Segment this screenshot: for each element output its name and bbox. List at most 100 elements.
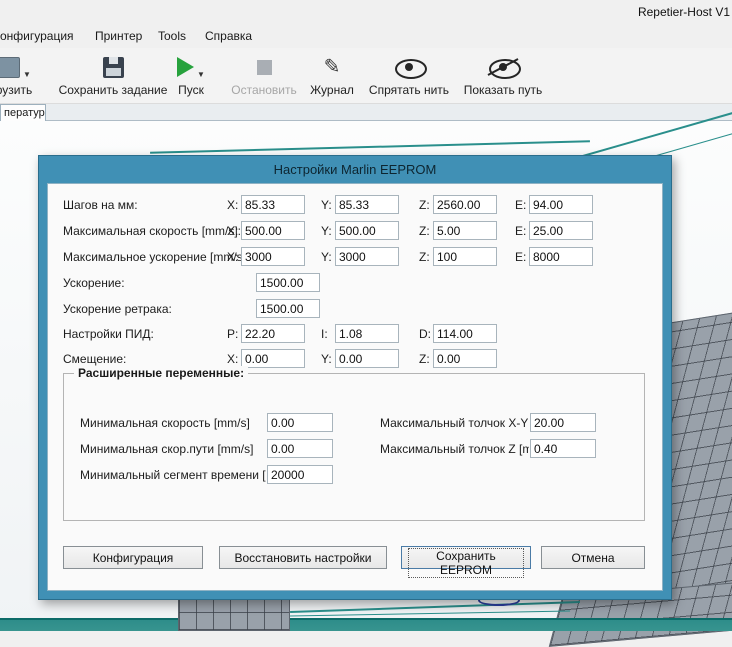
pid-p-label: P: (227, 327, 238, 341)
eye-icon (395, 58, 423, 76)
max-accel-y-label: Y: (321, 250, 332, 264)
max-jerk-z-input[interactable] (530, 439, 596, 458)
retract-accel-input[interactable] (256, 299, 320, 318)
cancel-button[interactable]: Отмена (541, 546, 645, 569)
load-label: рузить (0, 83, 44, 97)
bed-frame-line (150, 140, 590, 154)
save-job-label: Сохранить задание (58, 83, 168, 97)
offset-z-label: Z: (419, 352, 430, 366)
pid-d-label: D: (419, 327, 431, 341)
printer-bed-band (0, 618, 732, 631)
eye-slash-icon (489, 58, 517, 76)
max-speed-e-label: E: (515, 224, 526, 238)
max-accel-e-label: E: (515, 250, 526, 264)
offset-x-input[interactable] (241, 349, 305, 368)
save-job-button[interactable]: Сохранить задание (58, 52, 168, 102)
load-button[interactable]: ▼ рузить (0, 52, 44, 102)
min-travel-input[interactable] (267, 439, 333, 458)
save-job-icon (103, 57, 124, 78)
tab-temperature-partial[interactable]: ператур (0, 104, 46, 121)
max-speed-y-label: Y: (321, 224, 332, 238)
start-label: Пуск (164, 83, 218, 97)
max-speed-x-input[interactable] (241, 221, 305, 240)
pid-i-input[interactable] (335, 324, 399, 343)
retract-accel-row: Ускорение ретрака: (48, 299, 662, 319)
min-travel-label: Минимальная скор.пути [mm/s] (80, 442, 266, 456)
stop-label: Остановить (224, 83, 304, 97)
stop-button: Остановить (224, 52, 304, 102)
advanced-groupbox: Расширенные переменные: Минимальная скор… (63, 373, 645, 521)
save-eeprom-button[interactable]: Сохранить EEPROM (401, 546, 531, 569)
stop-icon (257, 60, 272, 75)
min-speed-input[interactable] (267, 413, 333, 432)
max-accel-e-input[interactable] (529, 247, 593, 266)
menu-tools[interactable]: Tools (158, 29, 186, 43)
restore-settings-button[interactable]: Восстановить настройки (219, 546, 387, 569)
accel-label: Ускорение: (63, 276, 125, 290)
config-button[interactable]: Конфигурация (63, 546, 203, 569)
advanced-legend: Расширенные переменные: (74, 366, 248, 380)
model-mesh-block (178, 599, 290, 631)
accel-input[interactable] (256, 273, 320, 292)
pid-row: Настройки ПИД: P: I: D: (48, 324, 662, 344)
menu-printer[interactable]: Принтер (95, 29, 142, 43)
show-travel-button[interactable]: Показать путь (456, 52, 550, 102)
log-label: Журнал (302, 83, 362, 97)
steps-label: Шагов на мм: (63, 198, 138, 212)
toolbar: ▼ рузить Сохранить задание ▼ Пуск Остано… (0, 48, 732, 104)
steps-y-label: Y: (321, 198, 332, 212)
steps-z-input[interactable] (433, 195, 497, 214)
show-travel-label: Показать путь (456, 83, 550, 97)
dialog-body: Шагов на мм: X: Y: Z: E: Максимальная ск… (47, 183, 663, 591)
steps-x-label: X: (227, 198, 238, 212)
menu-configuration[interactable]: онфигурация (0, 29, 74, 43)
tab-strip: ператур (0, 104, 732, 121)
max-accel-z-input[interactable] (433, 247, 497, 266)
steps-e-label: E: (515, 198, 526, 212)
max-speed-y-input[interactable] (335, 221, 399, 240)
max-accel-row: Максимальное ускорение [mm/s² X: Y: Z: E… (48, 247, 662, 267)
dialog-title: Настройки Marlin EEPROM (39, 156, 671, 182)
offset-z-input[interactable] (433, 349, 497, 368)
max-accel-x-label: X: (227, 250, 238, 264)
offset-x-label: X: (227, 352, 238, 366)
load-icon (0, 57, 20, 78)
max-accel-x-input[interactable] (241, 247, 305, 266)
max-speed-row: Максимальная скорость [mm/s]: X: Y: Z: E… (48, 221, 662, 241)
save-eeprom-label: Сохранить EEPROM (408, 548, 524, 578)
pid-label: Настройки ПИД: (63, 327, 154, 341)
menu-help[interactable]: Справка (205, 29, 252, 43)
pid-d-input[interactable] (433, 324, 497, 343)
pencil-icon: ✎ (324, 57, 341, 77)
max-speed-z-label: Z: (419, 224, 430, 238)
play-icon (177, 57, 194, 77)
pid-p-input[interactable] (241, 324, 305, 343)
steps-e-input[interactable] (529, 195, 593, 214)
steps-y-input[interactable] (335, 195, 399, 214)
max-jerk-xy-input[interactable] (530, 413, 596, 432)
hide-filament-button[interactable]: Спрятать нить (363, 52, 455, 102)
max-accel-y-input[interactable] (335, 247, 399, 266)
window-title: Repetier-Host V1 (638, 5, 730, 19)
min-segment-input[interactable] (267, 465, 333, 484)
start-dropdown-icon[interactable]: ▼ (197, 69, 205, 82)
max-jerk-z-label: Максимальный толчок Z [mm/ (380, 442, 529, 456)
max-accel-z-label: Z: (419, 250, 430, 264)
max-speed-z-input[interactable] (433, 221, 497, 240)
hide-filament-label: Спрятать нить (363, 83, 455, 97)
title-bar: Repetier-Host V1 (0, 0, 732, 24)
start-button[interactable]: ▼ Пуск (164, 52, 218, 102)
offset-y-label: Y: (321, 352, 332, 366)
steps-row: Шагов на мм: X: Y: Z: E: (48, 195, 662, 215)
steps-x-input[interactable] (241, 195, 305, 214)
load-dropdown-icon[interactable]: ▼ (23, 69, 31, 82)
offset-y-input[interactable] (335, 349, 399, 368)
slash-line (488, 58, 519, 76)
pid-i-label: I: (321, 327, 328, 341)
max-speed-e-input[interactable] (529, 221, 593, 240)
accel-row: Ускорение: (48, 273, 662, 293)
retract-accel-label: Ускорение ретрака: (63, 302, 172, 316)
log-button[interactable]: ✎ Журнал (302, 52, 362, 102)
steps-z-label: Z: (419, 198, 430, 212)
eeprom-dialog: Настройки Marlin EEPROM Шагов на мм: X: … (38, 155, 672, 600)
